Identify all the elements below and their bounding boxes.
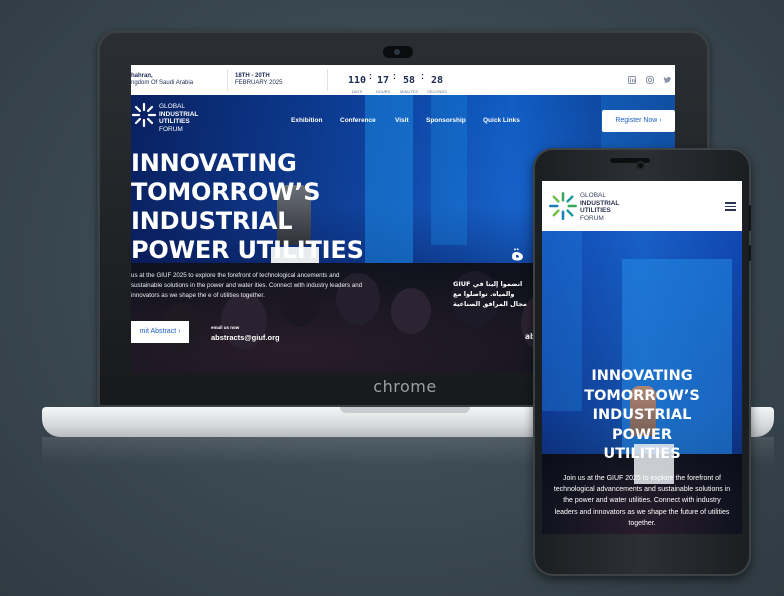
countdown-minutes: 58 MINUTES [398,70,420,94]
mobile-logo-text[interactable]: GLOBAL INDUSTRIAL UTILITIES FORUM [580,192,619,222]
countdown-minutes-label: MINUTES [400,89,418,94]
event-location: hahran, ngdom Of Saudi Arabia [131,73,193,87]
giuf-logo-icon [131,102,157,128]
countdown-days-value: 110 [347,75,367,86]
divider [327,69,328,91]
arabic-line: والمياه. تواصلوا مع [453,290,515,298]
phone-camera [636,161,645,170]
laptop-brand-label: chrome [373,377,437,396]
hero-title-line: INDUSTRIAL [131,207,293,235]
instagram-icon[interactable] [646,76,654,84]
phone-power-button [748,245,751,261]
hero-title-line: TOMORROW’S [584,387,700,404]
colon: : [421,71,424,81]
countdown-days-label: DAYS [351,89,363,94]
nav-conference[interactable]: Conference [340,117,376,124]
countdown-seconds-label: SECONDS [427,89,447,94]
countdown-seconds-value: 28 [430,75,444,86]
logo-line-2: INDUSTRIAL [159,110,199,118]
hero-title-line: INDUSTRIAL [592,407,692,423]
logo-line-1: GLOBAL [159,103,186,110]
countdown-seconds: 28 SECONDS [425,70,449,94]
logo-line-3: UTILITIES [580,207,611,214]
nav-sponsorship[interactable]: Sponsorship [426,117,466,124]
twitter-icon[interactable] [663,76,672,84]
arabic-line: GIUF انضموا إلينا في [453,280,523,288]
mobile-header: GLOBAL INDUSTRIAL UTILITIES FORUM [542,181,742,231]
phone-screen: GLOBAL INDUSTRIAL UTILITIES FORUM INNOVA… [542,181,742,534]
site-logo-text[interactable]: GLOBAL INDUSTRIAL UTILITIES FORUM [159,103,198,133]
phone-volume-button [748,205,751,231]
submit-abstract-button[interactable]: mit Abstract › [131,321,189,343]
colon: : [369,71,372,81]
arabic-heading: ة [511,241,524,266]
nav-visit[interactable]: Visit [395,117,409,124]
date-range: 18TH - 20TH [235,73,270,79]
logo-line-4: FORUM [159,125,183,133]
logo-line-3: UTILITIES [159,118,190,125]
hamburger-menu-icon[interactable] [725,202,736,211]
colon: : [393,71,396,81]
location-country: ngdom Of Saudi Arabia [131,80,194,86]
nav-quick-links[interactable]: Quick Links [483,117,520,124]
event-info-bar: hahran, ngdom Of Saudi Arabia 18TH - 20T… [131,65,675,95]
countdown-hours-label: HOURS [375,89,391,94]
arabic-description: GIUF انضموا إلينا في والمياه. تواصلوا مع… [453,279,533,309]
hero-title-line: POWER UTILITIES [131,236,364,264]
laptop-camera [383,46,413,58]
location-city: hahran, [131,73,153,79]
countdown-days: 110 DAYS [346,70,368,94]
hero-title-line: TOMORROW’S [131,178,321,206]
mobile-hero-description: Join us at the GIUF 2025 to explore the … [553,475,731,527]
linkedin-icon[interactable] [628,76,636,84]
logo-line-2: INDUSTRIAL [580,199,620,207]
hero-title-line: UTILITIES [603,446,681,462]
email-link[interactable]: abstracts@giuf.org [211,333,280,342]
logo-line-1: GLOBAL [580,192,607,199]
countdown-hours: 17 HOURS [374,70,392,94]
hero-title-line: INNOVATING [591,368,693,384]
hero-title-line: INNOVATING [131,149,297,177]
logo-line-4: FORUM [580,214,604,222]
email-label: email us now [211,325,240,330]
register-now-button[interactable]: Register Now › [602,110,675,132]
nav-exhibition[interactable]: Exhibition [291,117,322,124]
mobile-hero-title: INNOVATING TOMORROW’S INDUSTRIAL POWER U… [542,367,742,465]
event-date: 18TH - 20TH FEBRUARY 2025 [235,73,282,87]
hero-description: us at the GIUF 2025 to explore the foref… [131,272,363,299]
arabic-line: مجال المرافق الصناعية [453,300,527,308]
hero-title: INNOVATING TOMORROW’S INDUSTRIAL POWER U… [131,149,391,265]
date-month: FEBRUARY 2025 [235,80,283,86]
countdown-hours-value: 17 [376,75,390,86]
countdown-minutes-value: 58 [402,75,416,86]
hero-title-line: POWER [611,426,673,443]
laptop-hinge-notch [340,407,470,413]
divider [227,69,228,91]
giuf-logo-icon [549,192,577,220]
